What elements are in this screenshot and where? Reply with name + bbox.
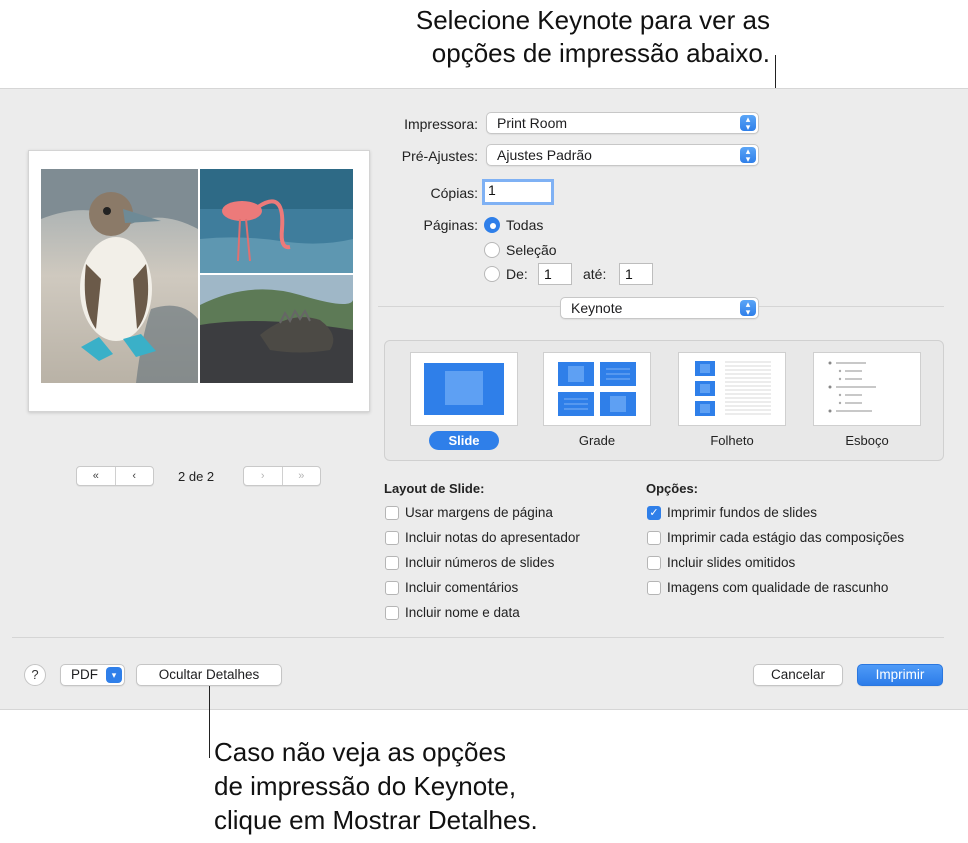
layout-grid-label[interactable]: Grade xyxy=(543,433,651,448)
copies-label: Cópias: xyxy=(430,185,478,201)
layout-slide-label[interactable]: Slide xyxy=(429,431,499,450)
checkbox-include-presenter-notes[interactable] xyxy=(385,531,399,545)
page-count: 2 de 2 xyxy=(178,469,215,484)
label-print-slide-backgrounds: Imprimir fundos de slides xyxy=(667,505,818,520)
pages-all-radio[interactable] xyxy=(484,217,500,233)
label-include-skipped-slides: Incluir slides omitidos xyxy=(667,555,796,570)
callout-select-keynote: Selecione Keynote para ver as opções de … xyxy=(300,4,770,70)
page-nav-back-group: « ‹ xyxy=(76,466,154,486)
pages-from-field[interactable]: 1 xyxy=(538,263,572,285)
presets-value: Ajustes Padrão xyxy=(497,147,592,163)
checkbox-include-slide-numbers[interactable] xyxy=(385,556,399,570)
previous-page-button[interactable]: ‹ xyxy=(114,467,154,485)
pages-label: Páginas: xyxy=(423,217,478,233)
layout-outline-thumbnail[interactable] xyxy=(813,352,921,426)
layout-handout-label[interactable]: Folheto xyxy=(678,433,786,448)
footer-divider xyxy=(12,637,944,638)
label-print-build-stages: Imprimir cada estágio das composições xyxy=(667,530,905,545)
help-button[interactable]: ? xyxy=(24,664,46,686)
application-options-value: Keynote xyxy=(571,300,623,316)
callout-bottom-line2: de impressão do Keynote, xyxy=(214,771,517,801)
booby-photo xyxy=(41,169,198,383)
cancel-button[interactable]: Cancelar xyxy=(753,664,843,686)
pdf-menu-button[interactable]: PDF ▾ xyxy=(60,664,125,686)
checkbox-include-comments[interactable] xyxy=(385,581,399,595)
layout-outline-label[interactable]: Esboço xyxy=(813,433,921,448)
application-options-popup[interactable]: Keynote ▴ ▾ xyxy=(560,297,759,319)
checkbox-print-slide-backgrounds[interactable]: ✓ xyxy=(647,506,661,520)
pages-all-label: Todas xyxy=(506,217,544,233)
checkbox-include-skipped-slides[interactable] xyxy=(647,556,661,570)
popup-arrows-icon: ▴ ▾ xyxy=(740,300,756,317)
printer-label: Impressora: xyxy=(404,116,478,132)
checkbox-print-build-stages[interactable] xyxy=(647,531,661,545)
label-include-comments: Incluir comentários xyxy=(405,580,519,595)
checkmark-icon: ✓ xyxy=(649,507,659,519)
pages-to-field[interactable]: 1 xyxy=(619,263,653,285)
flamingo-photo xyxy=(200,169,353,273)
label-use-page-margins: Usar margens de página xyxy=(405,505,553,520)
print-preview-page xyxy=(28,150,370,412)
options-heading: Opções: xyxy=(646,481,699,496)
label-draft-quality-images: Imagens com qualidade de rascunho xyxy=(667,580,889,595)
page-nav-forward-group: › » xyxy=(243,466,321,486)
label-include-name-date: Incluir nome e data xyxy=(405,605,520,620)
pages-to-label: até: xyxy=(583,266,607,282)
label-include-presenter-notes: Incluir notas do apresentador xyxy=(405,530,580,545)
slide-layout-heading: Layout de Slide: xyxy=(384,481,485,496)
layout-slide-thumbnail[interactable] xyxy=(410,352,518,426)
last-page-button[interactable]: » xyxy=(281,467,321,485)
printer-value: Print Room xyxy=(497,115,568,131)
pages-selection-label: Seleção xyxy=(506,242,557,258)
callout-bottom-leader xyxy=(209,686,210,758)
chevron-down-icon: ▾ xyxy=(106,667,122,683)
popup-arrows-icon: ▴ ▾ xyxy=(740,115,756,132)
callout-top-line2: opções de impressão abaixo. xyxy=(431,38,770,68)
iguana-photo xyxy=(200,275,353,383)
layout-handout-thumbnail[interactable] xyxy=(678,352,786,426)
hide-details-button[interactable]: Ocultar Detalhes xyxy=(136,664,282,686)
checkbox-use-page-margins[interactable] xyxy=(385,506,399,520)
print-button[interactable]: Imprimir xyxy=(857,664,943,686)
pages-selection-radio[interactable] xyxy=(484,242,500,258)
callout-bottom-line3: clique em Mostrar Detalhes. xyxy=(214,805,538,835)
pdf-label: PDF xyxy=(71,667,98,682)
callout-top-line1: Selecione Keynote para ver as xyxy=(415,5,770,35)
first-page-button[interactable]: « xyxy=(77,467,115,485)
callout-show-details: Caso não veja as opções de impressão do … xyxy=(214,735,774,837)
checkbox-draft-quality-images[interactable] xyxy=(647,581,661,595)
printer-popup[interactable]: Print Room ▴ ▾ xyxy=(486,112,759,134)
pages-from-label: De: xyxy=(506,266,528,282)
presets-label: Pré-Ajustes: xyxy=(401,148,478,164)
copies-field[interactable]: 1 xyxy=(482,179,554,205)
checkbox-include-name-date[interactable] xyxy=(385,606,399,620)
label-include-slide-numbers: Incluir números de slides xyxy=(405,555,555,570)
pages-range-radio[interactable] xyxy=(484,266,500,282)
popup-arrows-icon: ▴ ▾ xyxy=(740,147,756,164)
layout-grid-thumbnail[interactable] xyxy=(543,352,651,426)
presets-popup[interactable]: Ajustes Padrão ▴ ▾ xyxy=(486,144,759,166)
callout-bottom-line1: Caso não veja as opções xyxy=(214,737,506,767)
next-page-button[interactable]: › xyxy=(244,467,282,485)
